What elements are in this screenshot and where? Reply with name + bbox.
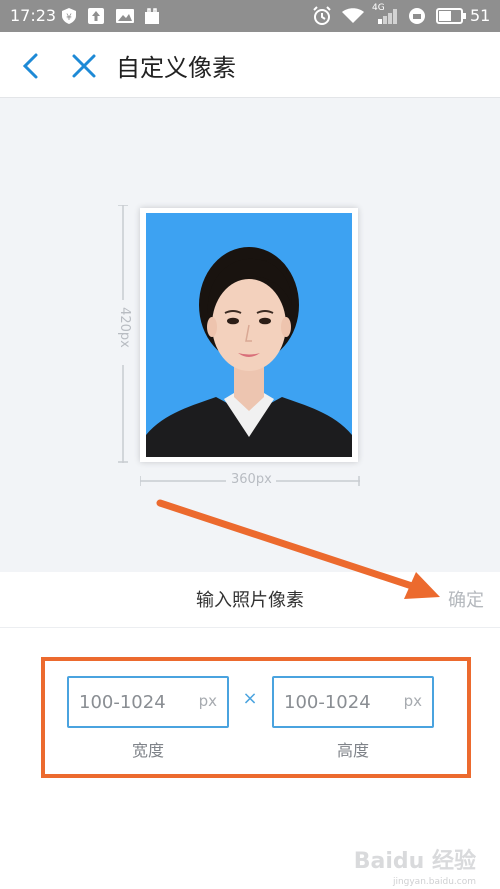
close-icon[interactable] bbox=[66, 48, 102, 84]
watermark: Baidu 经验 bbox=[353, 849, 476, 874]
data-saver-icon bbox=[409, 8, 425, 24]
image-icon bbox=[116, 9, 134, 23]
annotation-highlight-box bbox=[41, 657, 471, 778]
width-dimension-label: 360px bbox=[228, 472, 275, 487]
height-dimension-label: 420px bbox=[116, 307, 132, 348]
status-bar: 17:23 ¥ 4G 51 bbox=[0, 0, 500, 32]
pixel-input-title: 输入照片像素 bbox=[196, 590, 304, 611]
signal-icon bbox=[378, 9, 397, 24]
pixel-input-header: 输入照片像素 确定 bbox=[0, 572, 500, 628]
status-time: 17:23 bbox=[10, 6, 57, 25]
back-icon[interactable] bbox=[14, 48, 50, 84]
id-photo bbox=[146, 213, 352, 457]
confirm-button[interactable]: 确定 bbox=[448, 586, 484, 612]
battery-level: 51 bbox=[470, 6, 491, 25]
battery-icon bbox=[436, 8, 466, 24]
wifi-icon bbox=[342, 8, 364, 23]
photo-frame bbox=[140, 208, 358, 462]
watermark-url: jingyan.baidu.com bbox=[392, 877, 476, 887]
svg-text:¥: ¥ bbox=[66, 13, 72, 23]
portrait-image bbox=[146, 247, 352, 457]
alarm-icon bbox=[313, 6, 331, 25]
photo-preview-area: 420px 360px bbox=[0, 98, 500, 572]
upload-icon bbox=[88, 8, 104, 24]
page-title: 自定义像素 bbox=[116, 54, 236, 82]
shield-icon: ¥ bbox=[62, 8, 76, 24]
bag-icon bbox=[145, 8, 159, 24]
nav-header: 自定义像素 bbox=[0, 32, 500, 98]
